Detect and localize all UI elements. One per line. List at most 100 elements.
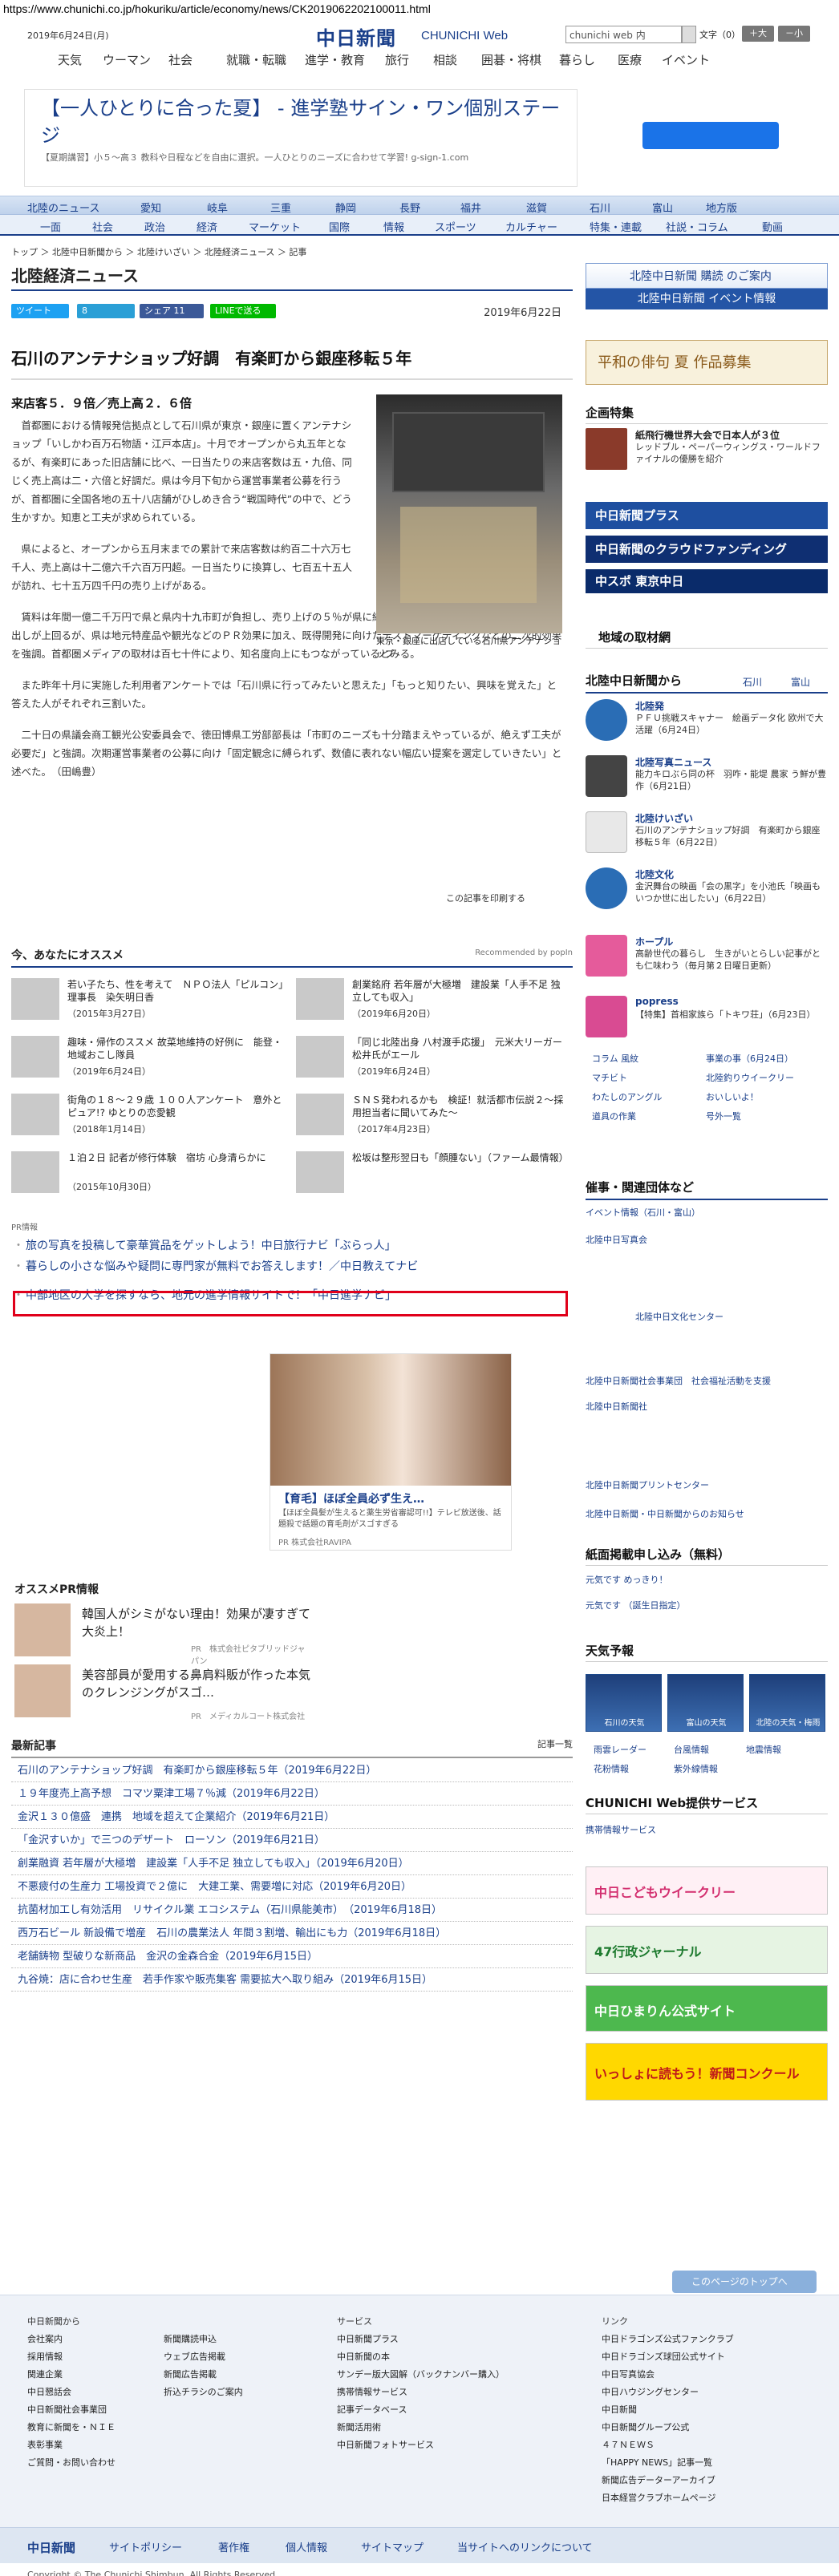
site-logo[interactable]: 中日新聞 <box>316 22 396 51</box>
hokuriku-item[interactable]: 北陸けいざい 石川のアンテナショップ好調 有楽町から銀座移転５年（6月22日） <box>586 811 828 859</box>
region-tab[interactable]: 岐阜 <box>207 200 228 215</box>
weather-label[interactable]: 北陸の天気・梅雨 <box>750 1716 826 1728</box>
hokuriku-item[interactable]: popress 【特集】首相家族ら「トキワ荘」（6月23日） <box>586 996 828 1044</box>
region-tab[interactable]: 愛知 <box>140 200 161 215</box>
recommend-item[interactable]: 街角の１８〜２９歳 １００人アンケート 意外とピュア!? ゆとりの恋愛観 （201… <box>11 1094 284 1142</box>
footer-link[interactable]: 日本経営クラブホームページ <box>602 2489 734 2507</box>
footer-link[interactable]: 採用情報 <box>27 2348 116 2366</box>
weather-toyama[interactable]: 富山の天気 <box>667 1674 744 1732</box>
ad-headline[interactable]: 【一人ひとりに合った夏】 - 進学塾サイン・ワン個別ステージ <box>41 95 561 149</box>
footer-link[interactable]: 新聞購読申込 <box>164 2331 243 2348</box>
hope-icon[interactable] <box>586 935 627 977</box>
region-tab[interactable]: 三重 <box>270 200 291 215</box>
weather-link[interactable]: 花粉情報 <box>594 1762 629 1775</box>
recommend-item[interactable]: 「同じ北陸出身 八村渡手応援」 元米大リーガー 松井氏がエール （2019年6月2… <box>296 1036 569 1084</box>
footer-link[interactable]: 中日懇話会 <box>27 2384 116 2401</box>
promo-ad[interactable]: 【育毛】ほぼ全員必ず生え… 【ほぼ全員髪が生えると薬生労省審認可!!】テレビ放送… <box>270 1353 512 1551</box>
gyosei-banner[interactable]: 47行政ジャーナル <box>586 1926 828 1974</box>
latest-item[interactable]: 「金沢すいか」で三つのデザート ローソン（2019年6月21日） <box>11 1829 573 1852</box>
saiji-item[interactable]: 北陸中日新聞・中日新聞からのお知らせ <box>586 1507 828 1520</box>
footer-link[interactable]: 新聞広告掲載 <box>164 2366 243 2384</box>
recommend-text[interactable]: 街角の１８〜２９歳 １００人アンケート 意外とピュア!? ゆとりの恋愛観 <box>67 1094 284 1119</box>
recommend-text[interactable]: 松坂は整形翌日も「顔腫ない」（ファーム最情報） <box>352 1151 569 1164</box>
local-network[interactable]: 地域の取材網 <box>586 629 828 649</box>
small-link[interactable]: おいしいよ！ <box>706 1090 759 1103</box>
search-input[interactable]: chunichi web 内 <box>565 26 682 43</box>
page-top-button[interactable]: このページのトップへ <box>672 2271 817 2293</box>
saiji-item[interactable]: 北陸中日写真会 <box>586 1233 828 1246</box>
gnav-item[interactable]: 天気 <box>58 51 82 68</box>
small-link[interactable]: 事業の事（6月24日） <box>706 1052 793 1065</box>
latest-item[interactable]: 創業融資 若年層が大極増 建設業「人手不足 独立しても収入」（2019年6月20… <box>11 1852 573 1875</box>
pr-link[interactable]: 旅の写真を投稿して豪華賞品をゲットしよう！中日旅行ナビ「ぶらっ人」 <box>11 1237 573 1253</box>
plus-banner[interactable]: 中日新聞プラス <box>586 502 828 529</box>
recommend-text[interactable]: 創業銘府 若年層が大極増 建設業「人手不足 独立しても収入」 <box>352 978 569 1004</box>
print-link[interactable]: この記事を印刷する <box>446 892 525 904</box>
footer-link[interactable]: 携帯情報サービス <box>337 2384 505 2401</box>
footer-link[interactable]: 中日新聞グループ公式 <box>602 2419 734 2436</box>
osusume-text[interactable]: 韓国人がシミがない理由！効果が凄すぎて大炎上！ <box>82 1605 314 1640</box>
footer-link[interactable]: 新聞活用術 <box>337 2419 505 2436</box>
footer-link[interactable]: 記事データベース <box>337 2401 505 2419</box>
ad-button[interactable] <box>642 122 779 149</box>
service-item[interactable]: 携帯情報サービス <box>586 1823 828 1836</box>
hokuriku-item-title[interactable]: 北陸文化 <box>635 867 674 881</box>
gnav-item[interactable]: ウーマン <box>103 51 151 68</box>
font-minus-button[interactable]: －小 <box>778 26 810 42</box>
footer-link[interactable]: 中日ドラゴンズ公式ファンクラブ <box>602 2331 734 2348</box>
kikaku-item[interactable]: 紙飛行機世界大会で日本人が３位 レッドブル・ペーパーウィングス・ワールドファイナ… <box>586 428 828 476</box>
category-tab[interactable]: 社説・コラム <box>666 219 728 234</box>
chunavi-banner[interactable]: 中スポ 東京中日 <box>586 569 828 593</box>
footer-link[interactable]: 「HAPPY NEWS」記事一覧 <box>602 2454 734 2472</box>
tab-ishikawa[interactable]: 石川 <box>743 675 762 689</box>
osusume-thumb[interactable] <box>14 1603 71 1656</box>
kikaku-thumb[interactable] <box>586 428 627 470</box>
article-list-link[interactable]: 記事一覧 <box>537 1737 573 1750</box>
recommend-thumb[interactable] <box>296 978 344 1020</box>
category-tab[interactable]: 情報 <box>383 219 404 234</box>
hokuriku-item[interactable]: 北陸写真ニュース 能力キロぶら同の杯 羽咋・能堤 農家 う鮮が豊作（6月21日） <box>586 755 828 803</box>
footer-link[interactable]: 表彰事業 <box>27 2436 116 2454</box>
hokuriku-item-title[interactable]: 北陸発 <box>635 699 664 713</box>
category-tab[interactable]: 政治 <box>144 219 165 234</box>
saiji-item[interactable]: 北陸中日新聞社 <box>586 1400 828 1413</box>
recommend-text[interactable]: 「同じ北陸出身 八村渡手応援」 元米大リーガー 松井氏がエール <box>352 1036 569 1062</box>
osusume-item[interactable]: 韓国人がシミがない理由！効果が凄すぎて大炎上！ PR 株式会社ピタブリッドジャパン <box>14 1603 314 1666</box>
footer-link[interactable]: 中日写真協会 <box>602 2366 734 2384</box>
gnav-item[interactable]: 社会 <box>168 51 193 68</box>
recommend-item[interactable]: ＳＮＳ発われるかも 検証！就活都市伝説２〜採用担当者に聞いてみた〜 （2017年4… <box>296 1094 569 1142</box>
small-link[interactable]: わたしのアングル <box>592 1090 663 1103</box>
osusume-text[interactable]: 美容部員が愛用する鼻肩料販が作った本気のクレンジングがスゴ… <box>82 1666 314 1701</box>
pr-link[interactable]: 暮らしの小さな悩みや疑問に専門家が無料でお答えします！／中日教えてナビ <box>11 1258 573 1274</box>
kodomo-banner[interactable]: 中日こどもウイークリー <box>586 1866 828 1915</box>
weather-link[interactable]: 紫外線情報 <box>674 1762 718 1775</box>
footer-link[interactable]: 折込チラシのご案内 <box>164 2384 243 2401</box>
event-button[interactable]: 北陸中日新聞 イベント情報 <box>586 289 828 309</box>
footer-link[interactable]: サンデー版大図解（バックナンバー購入） <box>337 2366 505 2384</box>
line-share-button[interactable]: LINEで送る <box>210 304 276 318</box>
weather-link[interactable]: 地震情報 <box>746 1743 781 1756</box>
footer-bar-link[interactable]: サイトポリシー <box>109 2539 182 2554</box>
latest-item[interactable]: 九谷焼：店に合わせ生産 若手作家や販売集客 需要拡大へ取り組み（2019年6月1… <box>11 1968 573 1992</box>
promo-image[interactable] <box>270 1354 511 1486</box>
recommend-thumb[interactable] <box>11 1151 59 1193</box>
paper-item[interactable]: 元気です （誕生日指定） <box>586 1599 828 1612</box>
category-tab[interactable]: カルチャー <box>505 219 557 234</box>
font-plus-button[interactable]: ＋大 <box>742 26 774 42</box>
recommend-thumb[interactable] <box>11 1036 59 1078</box>
region-tab[interactable]: 静岡 <box>335 200 356 215</box>
category-tab[interactable]: 社会 <box>92 219 113 234</box>
recommend-item[interactable]: 創業銘府 若年層が大極増 建設業「人手不足 独立しても収入」 （2019年6月20… <box>296 978 569 1026</box>
recommend-text[interactable]: ＳＮＳ発われるかも 検証！就活都市伝説２〜採用担当者に聞いてみた〜 <box>352 1094 569 1119</box>
category-tab[interactable]: マーケット <box>249 219 301 234</box>
small-link[interactable]: 道具の作業 <box>592 1110 636 1122</box>
hokuriku-item-title[interactable]: popress <box>635 996 679 1007</box>
hokuriku-item[interactable]: 北陸発 ＰＦＵ挑戦スキャナー 絵画データ化 欧州で大活躍（6月24日） <box>586 699 828 747</box>
article-photo[interactable] <box>376 394 562 633</box>
region-tab[interactable]: 富山 <box>652 200 673 215</box>
recommend-item[interactable]: 若い子たち、性を考えて ＮＰＯ法人「ピルコン」理事長 染矢明日香 （2015年3月… <box>11 978 284 1026</box>
small-link[interactable]: 号外一覧 <box>706 1110 741 1122</box>
gnav-item[interactable]: 暮らし <box>559 51 595 68</box>
gnav-item[interactable]: 旅行 <box>385 51 409 68</box>
weather-link[interactable]: 台風情報 <box>674 1743 709 1756</box>
